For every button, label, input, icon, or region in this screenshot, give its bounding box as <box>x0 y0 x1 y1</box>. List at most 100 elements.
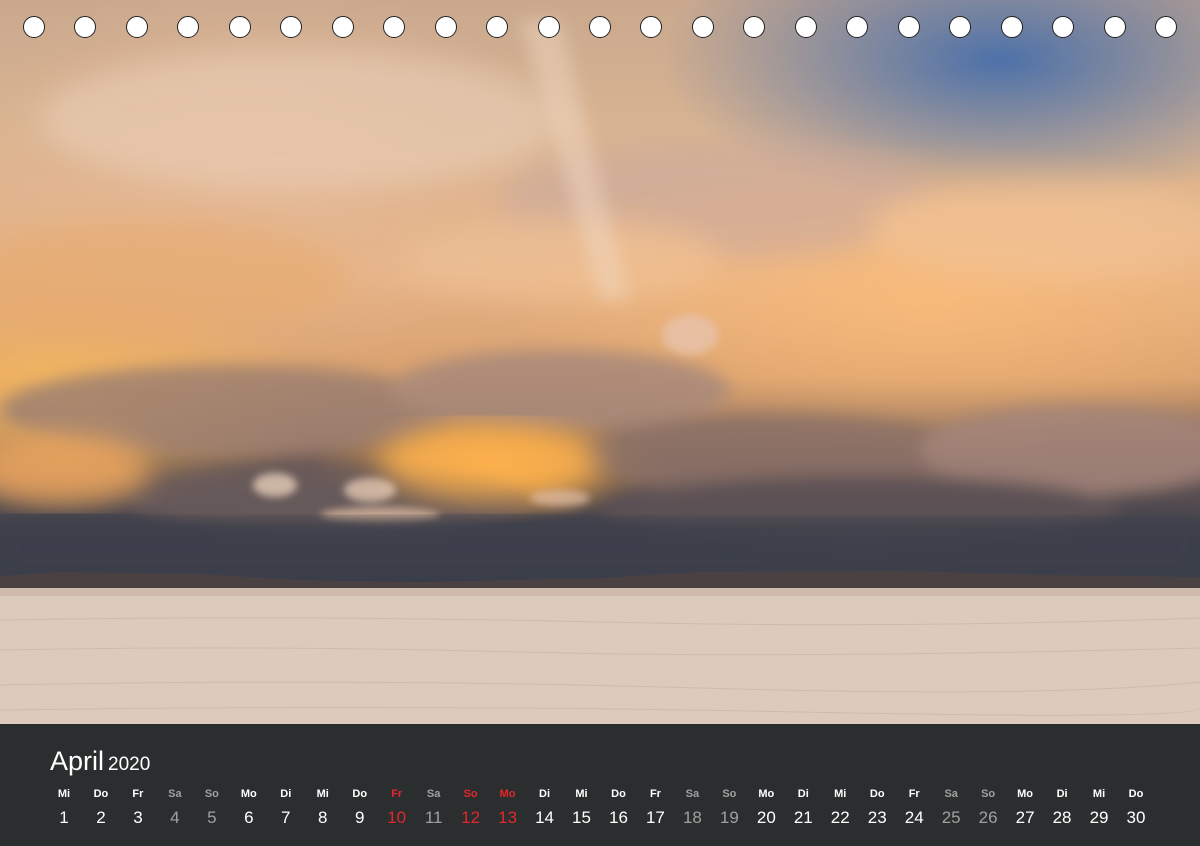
weekday-name: Mi <box>834 788 847 800</box>
day-cell: Mi 22 <box>822 786 858 830</box>
day-cell: Fr 24 <box>896 786 932 830</box>
binding-holes <box>0 0 1200 60</box>
day-number: 25 <box>941 808 961 827</box>
weekday-name: Mo <box>240 788 257 800</box>
binding-hole <box>383 16 406 38</box>
day-cell: Sa 25 <box>933 786 969 830</box>
binding-hole <box>743 16 766 38</box>
weekday-name: Di <box>797 788 809 800</box>
day-cell: Mi 29 <box>1081 786 1117 830</box>
weekday-name: Mo <box>1017 788 1034 800</box>
year-label: 2020 <box>108 754 151 775</box>
binding-hole <box>486 16 509 38</box>
day-number: 19 <box>719 808 739 827</box>
day-cell: Do 30 <box>1118 786 1154 830</box>
day-cell: Mo 13 <box>490 786 526 830</box>
day-cell: Fr 17 <box>637 786 673 830</box>
day-cell: So 26 <box>970 786 1006 830</box>
day-number: 2 <box>96 808 106 827</box>
day-number: 16 <box>609 808 628 827</box>
weekday-name: Mi <box>575 788 588 800</box>
day-number: 13 <box>498 808 518 827</box>
weekday-name: So <box>981 788 996 800</box>
weekday-name: Do <box>1128 788 1144 800</box>
day-cell: So 19 <box>711 786 747 830</box>
weekday-name: Mi <box>57 788 71 800</box>
day-cell: Sa 4 <box>157 786 193 830</box>
binding-hole <box>640 16 663 38</box>
binding-hole <box>177 16 200 38</box>
weekday-name: Fr <box>391 788 403 800</box>
binding-hole <box>434 16 457 38</box>
weekday-name: Mo <box>758 788 775 800</box>
weekday-name: Fr <box>132 788 144 800</box>
binding-hole <box>1052 16 1075 38</box>
day-cell: Do 16 <box>600 786 636 830</box>
day-cell: Mo 27 <box>1007 786 1043 830</box>
day-number: 22 <box>830 808 850 827</box>
binding-hole <box>74 16 97 38</box>
day-number: 28 <box>1052 808 1072 827</box>
weekday-name: Do <box>93 788 109 800</box>
binding-hole <box>125 16 148 38</box>
day-number: 26 <box>978 808 998 827</box>
day-number: 24 <box>904 808 924 827</box>
day-cell: Fr 10 <box>379 786 415 830</box>
weekday-name: Mi <box>316 788 329 800</box>
day-number: 1 <box>59 808 69 827</box>
day-number: 9 <box>354 808 365 827</box>
weekday-name: Di <box>280 788 292 800</box>
landscape-photo <box>0 0 1200 724</box>
day-number: 20 <box>756 808 776 827</box>
day-cell: Mi 15 <box>564 786 600 830</box>
day-cell: So 5 <box>194 786 230 830</box>
weekday-name: So <box>463 788 478 800</box>
day-cell: Di 28 <box>1044 786 1080 830</box>
weekday-name: Di <box>539 788 551 800</box>
weekday-name: Sa <box>944 788 958 800</box>
binding-hole <box>846 16 869 38</box>
binding-hole <box>1103 16 1126 38</box>
day-number: 30 <box>1126 808 1146 827</box>
binding-hole <box>589 16 611 38</box>
day-cell: Mo 20 <box>748 786 784 830</box>
day-cell: Fr 3 <box>120 786 156 830</box>
calendar-bar: April 2020 Mi 1 Do 2 Fr 3 Sa 4 So 5 Mo 6 Di 7 Mi 8 Do 9 Fr 1… <box>0 724 1200 846</box>
day-cell: Di 14 <box>527 786 563 830</box>
day-cell: Di 21 <box>785 786 821 830</box>
binding-hole <box>794 16 817 38</box>
cloud-layer <box>0 20 1200 724</box>
binding-hole <box>949 16 972 38</box>
weekday-name: Fr <box>908 788 920 800</box>
day-cell: Sa 11 <box>416 786 452 830</box>
binding-hole <box>1155 16 1177 38</box>
binding-hole <box>691 16 714 38</box>
day-number: 27 <box>1015 808 1035 827</box>
weekday-name: Di <box>1056 788 1068 800</box>
day-cell: Do 23 <box>859 786 895 830</box>
weekday-name: So <box>204 788 219 800</box>
weekday-name: Fr <box>649 788 661 800</box>
day-number: 6 <box>244 808 254 827</box>
month-label: April <box>50 746 105 776</box>
binding-hole <box>331 16 354 38</box>
day-cell: Mo 6 <box>231 786 267 830</box>
day-number: 29 <box>1089 808 1109 827</box>
day-cell: So 12 <box>453 786 489 830</box>
weekday-name: Mi <box>1092 788 1106 800</box>
day-cell: Mi 1 <box>46 786 82 830</box>
day-cell: Di 7 <box>268 786 304 830</box>
day-cell: Do 9 <box>342 786 378 830</box>
weekday-name: So <box>722 788 737 800</box>
binding-hole <box>1000 16 1023 38</box>
day-number: 4 <box>170 808 180 827</box>
day-number: 11 <box>424 808 443 827</box>
day-cell: Do 2 <box>83 786 119 830</box>
day-number: 12 <box>461 808 481 827</box>
weekday-name: Sa <box>685 788 700 800</box>
weekday-name: Mo <box>499 788 516 800</box>
day-number: 23 <box>867 808 887 827</box>
day-number: 17 <box>645 808 665 827</box>
day-number: 10 <box>387 808 407 827</box>
day-number: 18 <box>682 808 702 827</box>
